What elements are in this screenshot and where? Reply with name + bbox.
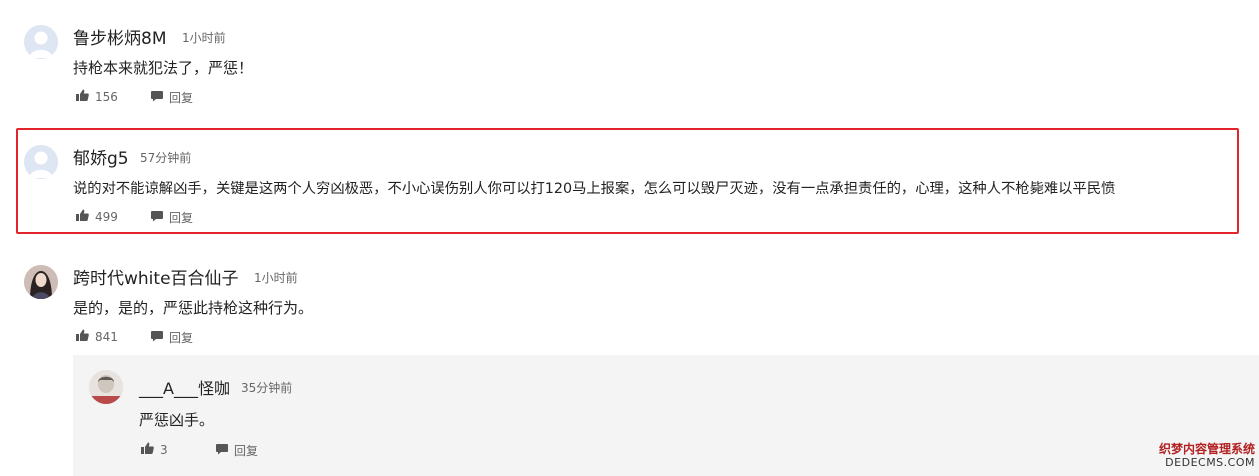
comment-username[interactable]: 鲁步彬炳8M xyxy=(73,24,166,49)
thumbs-up-icon xyxy=(141,442,154,457)
user-photo-icon xyxy=(24,265,58,299)
avatar[interactable] xyxy=(24,265,58,299)
like-count: 3 xyxy=(160,442,168,457)
like-count: 499 xyxy=(95,209,118,224)
like-button[interactable]: 841 xyxy=(76,329,118,344)
reply-button[interactable]: 回复 xyxy=(151,89,193,106)
like-count: 156 xyxy=(95,89,118,104)
user-photo-icon xyxy=(89,370,123,404)
reply-label: 回复 xyxy=(169,211,194,225)
comment-username[interactable]: 郁娇g5 xyxy=(73,144,129,169)
reply-button[interactable]: 回复 xyxy=(216,442,258,459)
comment-text: 是的，是的，严惩此持枪这种行为。 xyxy=(73,299,314,317)
comment-username[interactable]: 跨时代white百合仙子 xyxy=(73,264,239,289)
avatar[interactable] xyxy=(24,25,58,59)
thumbs-up-icon xyxy=(76,89,89,104)
like-button[interactable]: 3 xyxy=(141,442,168,457)
reply-label: 回复 xyxy=(169,331,194,345)
reply-button[interactable]: 回复 xyxy=(151,209,193,226)
comment-time: 57分钟前 xyxy=(140,151,192,165)
chat-bubble-icon xyxy=(151,90,163,105)
avatar[interactable] xyxy=(89,370,123,404)
site-watermark: 织梦内容管理系统 DEDECMS.COM xyxy=(1159,442,1255,470)
like-button[interactable]: 499 xyxy=(76,209,118,224)
comment-time: 1小时前 xyxy=(254,271,298,285)
watermark-domain: DEDECMS.COM xyxy=(1165,456,1255,469)
chat-bubble-icon xyxy=(216,443,228,458)
chat-bubble-icon xyxy=(151,210,163,225)
like-count: 841 xyxy=(95,329,118,344)
chat-bubble-icon xyxy=(151,330,163,345)
reply-time: 35分钟前 xyxy=(241,381,293,395)
comment-time: 1小时前 xyxy=(182,31,226,45)
like-button[interactable]: 156 xyxy=(76,89,118,104)
reply-username[interactable]: ___A___怪咖 xyxy=(139,375,230,399)
default-avatar-icon xyxy=(24,145,58,179)
comment-text: 持枪本来就犯法了，严惩！ xyxy=(73,59,254,77)
avatar[interactable] xyxy=(24,145,58,179)
thumbs-up-icon xyxy=(76,329,89,344)
reply-label: 回复 xyxy=(169,91,194,105)
watermark-title: 织梦内容管理系统 xyxy=(1158,442,1255,456)
default-avatar-icon xyxy=(24,25,58,59)
comment-text: 说的对不能谅解凶手，关键是这两个人穷凶极恶，不小心误伤别人你可以打120马上报案… xyxy=(73,181,1116,197)
reply-text: 严惩凶手。 xyxy=(139,411,215,429)
thumbs-up-icon xyxy=(76,209,89,224)
reply-button[interactable]: 回复 xyxy=(151,329,193,346)
reply-label: 回复 xyxy=(234,444,259,458)
